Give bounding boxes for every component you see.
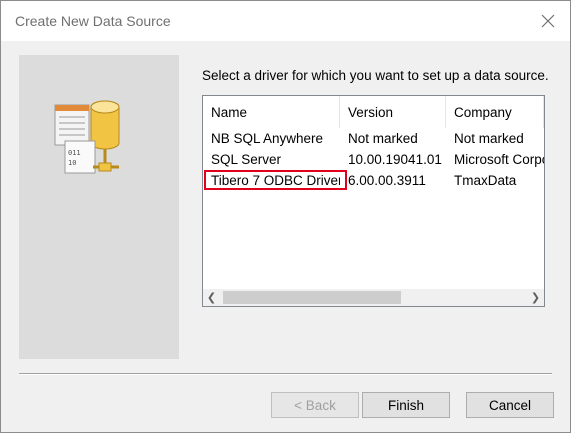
driver-name: SQL Server (211, 152, 282, 167)
svg-text:011: 011 (68, 149, 81, 157)
list-body: NB SQL Anywhere Not marked Not marked SQ… (203, 128, 544, 191)
horizontal-scrollbar[interactable]: ❮ ❯ (203, 289, 544, 306)
driver-company: TmaxData (454, 173, 517, 188)
instruction-text: Select a driver for which you want to se… (202, 68, 549, 83)
list-item[interactable]: NB SQL Anywhere Not marked Not marked (203, 128, 544, 149)
driver-version: Not marked (348, 131, 418, 146)
scroll-left-icon[interactable]: ❮ (203, 289, 220, 306)
svg-text:10: 10 (68, 159, 76, 167)
driver-name: Tibero 7 ODBC Driver (211, 173, 340, 188)
back-button[interactable]: < Back (271, 392, 359, 418)
column-header-name[interactable]: Name (203, 96, 340, 128)
list-header: Name Version Company (203, 96, 544, 128)
driver-company: Not marked (454, 131, 524, 146)
column-header-version[interactable]: Version (340, 96, 446, 128)
list-item[interactable]: SQL Server 10.00.19041.01 Microsoft Corp… (203, 149, 544, 170)
data-source-icon: 011 10 (54, 100, 120, 174)
scrollbar-thumb[interactable] (223, 291, 401, 304)
divider (19, 373, 552, 375)
wizard-side-panel: 011 10 (19, 55, 179, 359)
create-data-source-dialog: Create New Data Source 011 10 Select a d… (0, 0, 571, 433)
window-title: Create New Data Source (15, 13, 171, 29)
close-icon (541, 14, 555, 28)
driver-version: 6.00.00.3911 (348, 173, 426, 188)
column-header-company[interactable]: Company (446, 96, 544, 128)
driver-name: NB SQL Anywhere (211, 131, 324, 146)
list-item[interactable]: Tibero 7 ODBC Driver 6.00.00.3911 TmaxDa… (203, 170, 544, 191)
title-bar: Create New Data Source (1, 1, 570, 41)
driver-company: Microsoft Corpo (454, 152, 544, 167)
cancel-button[interactable]: Cancel (466, 392, 554, 418)
driver-list[interactable]: Name Version Company NB SQL Anywhere Not… (202, 95, 545, 307)
close-button[interactable] (536, 9, 560, 33)
finish-button[interactable]: Finish (362, 392, 450, 418)
scroll-right-icon[interactable]: ❯ (527, 289, 544, 306)
driver-version: 10.00.19041.01 (348, 152, 442, 167)
